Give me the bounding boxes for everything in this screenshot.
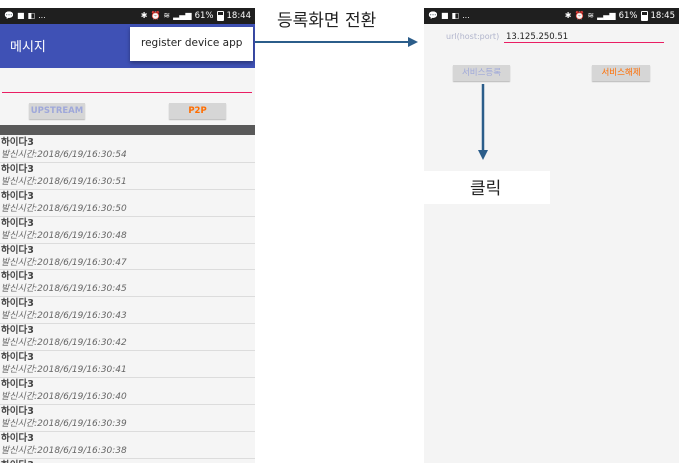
register-service-button[interactable]: 서비스등록 <box>453 65 510 81</box>
list-item[interactable]: 하이다3 발신시간:2018/6/19/16:30:47 <box>0 244 255 271</box>
message-sent-time: 발신시간:2018/6/19/16:30:38 <box>1 445 127 456</box>
message-title: 하이다3 <box>1 163 34 175</box>
status-time: 18:44 <box>226 11 252 21</box>
message-sent-time: 발신시간:2018/6/19/16:30:43 <box>1 311 127 322</box>
message-list[interactable]: 하이다3 발신시간:2018/6/19/16:30:54 하이다3 발신시간:2018… <box>0 136 255 463</box>
status-ellipsis: ... <box>38 11 46 20</box>
list-item[interactable]: 하이다3 발신시간:2018/6/19/16:30:54 <box>0 136 255 163</box>
phone-screen-register: 💬 ■ ◧ ... ✱ ⏰ ≋ ▂▄▆ 61% 18:45 url(host:p… <box>424 8 679 463</box>
signal-icon: ▂▄▆ <box>173 11 192 20</box>
list-item[interactable]: 하이다3 발신시간:2018/6/19/16:30:43 <box>0 297 255 325</box>
message-title: 하이다3 <box>1 271 34 283</box>
app-icon: ■ <box>16 11 25 20</box>
message-title: 하이다3 <box>1 244 34 256</box>
message-title: 하이다3 <box>1 405 34 417</box>
app-icon: ■ <box>440 11 449 20</box>
signal-icon: ▂▄▆ <box>597 11 616 20</box>
status-ellipsis: ... <box>462 11 470 20</box>
list-header-bar <box>0 125 255 135</box>
app-icon: ◧ <box>451 11 460 20</box>
app-icon: ◧ <box>27 11 36 20</box>
annotation-transition-label: 등록화면 전환 <box>277 11 377 31</box>
list-item[interactable]: 하이다3 발신시간:2018/6/19/16:30:42 <box>0 324 255 352</box>
p2p-button[interactable]: P2P <box>169 103 226 119</box>
chat-icon: 💬 <box>4 11 14 20</box>
battery-percent: 61% <box>618 11 638 21</box>
upstream-button[interactable]: UPSTREAM <box>29 103 85 119</box>
battery-icon <box>640 11 648 21</box>
list-item[interactable]: 하이다3 발신시간:2018/6/19/16:30:45 <box>0 270 255 298</box>
alarm-icon: ⏰ <box>150 11 161 20</box>
list-item[interactable]: 하이다3 발신시간:2018/6/19/16:30:39 <box>0 405 255 432</box>
message-sent-time: 발신시간:2018/6/19/16:30:41 <box>1 365 127 376</box>
message-sent-time: 발신시간:2018/6/19/16:30:45 <box>1 284 127 295</box>
wifi-icon: ≋ <box>587 11 595 20</box>
list-item[interactable]: 하이다3 <box>0 459 255 463</box>
annotation-click-label: 클릭 <box>470 179 502 199</box>
list-item[interactable]: 하이다3 발신시간:2018/6/19/16:30:50 <box>0 190 255 217</box>
transition-arrow <box>250 37 418 47</box>
message-title: 하이다3 <box>1 217 34 229</box>
list-item[interactable]: 하이다3 발신시간:2018/6/19/16:30:38 <box>0 432 255 459</box>
battery-icon <box>216 11 224 21</box>
message-title: 하이다3 <box>1 298 34 310</box>
url-label: url(host:port) <box>446 32 500 41</box>
status-time: 18:45 <box>650 11 676 21</box>
menu-item-register-device-app[interactable]: register device app <box>130 27 253 61</box>
message-sent-time: 발신시간:2018/6/19/16:30:40 <box>1 392 127 403</box>
url-input[interactable]: 13.125.250.51 <box>506 32 568 42</box>
message-title: 하이다3 <box>1 459 255 463</box>
status-bar: 💬 ■ ◧ ... ✱ ⏰ ≋ ▂▄▆ 61% 18:45 <box>424 8 679 24</box>
list-item[interactable]: 하이다3 발신시간:2018/6/19/16:30:41 <box>0 351 255 379</box>
message-title: 하이다3 <box>1 137 34 148</box>
message-title: 하이다3 <box>1 190 34 202</box>
message-title: 하이다3 <box>1 325 34 337</box>
bluetooth-icon: ✱ <box>140 11 148 20</box>
click-arrow <box>478 84 488 160</box>
list-item[interactable]: 하이다3 발신시간:2018/6/19/16:30:40 <box>0 378 255 405</box>
message-sent-time: 발신시간:2018/6/19/16:30:54 <box>1 150 127 160</box>
message-sent-time: 발신시간:2018/6/19/16:30:47 <box>1 257 127 268</box>
message-title: 하이다3 <box>1 432 34 444</box>
bluetooth-icon: ✱ <box>564 11 572 20</box>
battery-percent: 61% <box>194 11 214 21</box>
unregister-service-button[interactable]: 서비스해제 <box>592 65 650 81</box>
message-title: 하이다3 <box>1 352 34 364</box>
message-sent-time: 발신시간:2018/6/19/16:30:39 <box>1 418 127 429</box>
message-sent-time: 발신시간:2018/6/19/16:30:48 <box>1 230 127 241</box>
message-sent-time: 발신시간:2018/6/19/16:30:51 <box>1 176 127 187</box>
message-sent-time: 발신시간:2018/6/19/16:30:42 <box>1 338 127 349</box>
list-item[interactable]: 하이다3 발신시간:2018/6/19/16:30:48 <box>0 217 255 244</box>
message-title: 하이다3 <box>1 379 34 391</box>
alarm-icon: ⏰ <box>574 11 585 20</box>
message-sent-time: 발신시간:2018/6/19/16:30:50 <box>1 203 127 214</box>
status-bar: 💬 ■ ◧ ... ✱ ⏰ ≋ ▂▄▆ 61% 18:44 <box>0 8 255 24</box>
list-item[interactable]: 하이다3 발신시간:2018/6/19/16:30:51 <box>0 163 255 190</box>
url-input-underline <box>504 42 664 43</box>
chat-icon: 💬 <box>428 11 438 20</box>
phone-screen-messages: 💬 ■ ◧ ... ✱ ⏰ ≋ ▂▄▆ 61% 18:44 메시지 regist… <box>0 8 255 463</box>
message-input-underline[interactable] <box>2 92 252 93</box>
app-title: 메시지 <box>10 40 46 55</box>
wifi-icon: ≋ <box>163 11 171 20</box>
